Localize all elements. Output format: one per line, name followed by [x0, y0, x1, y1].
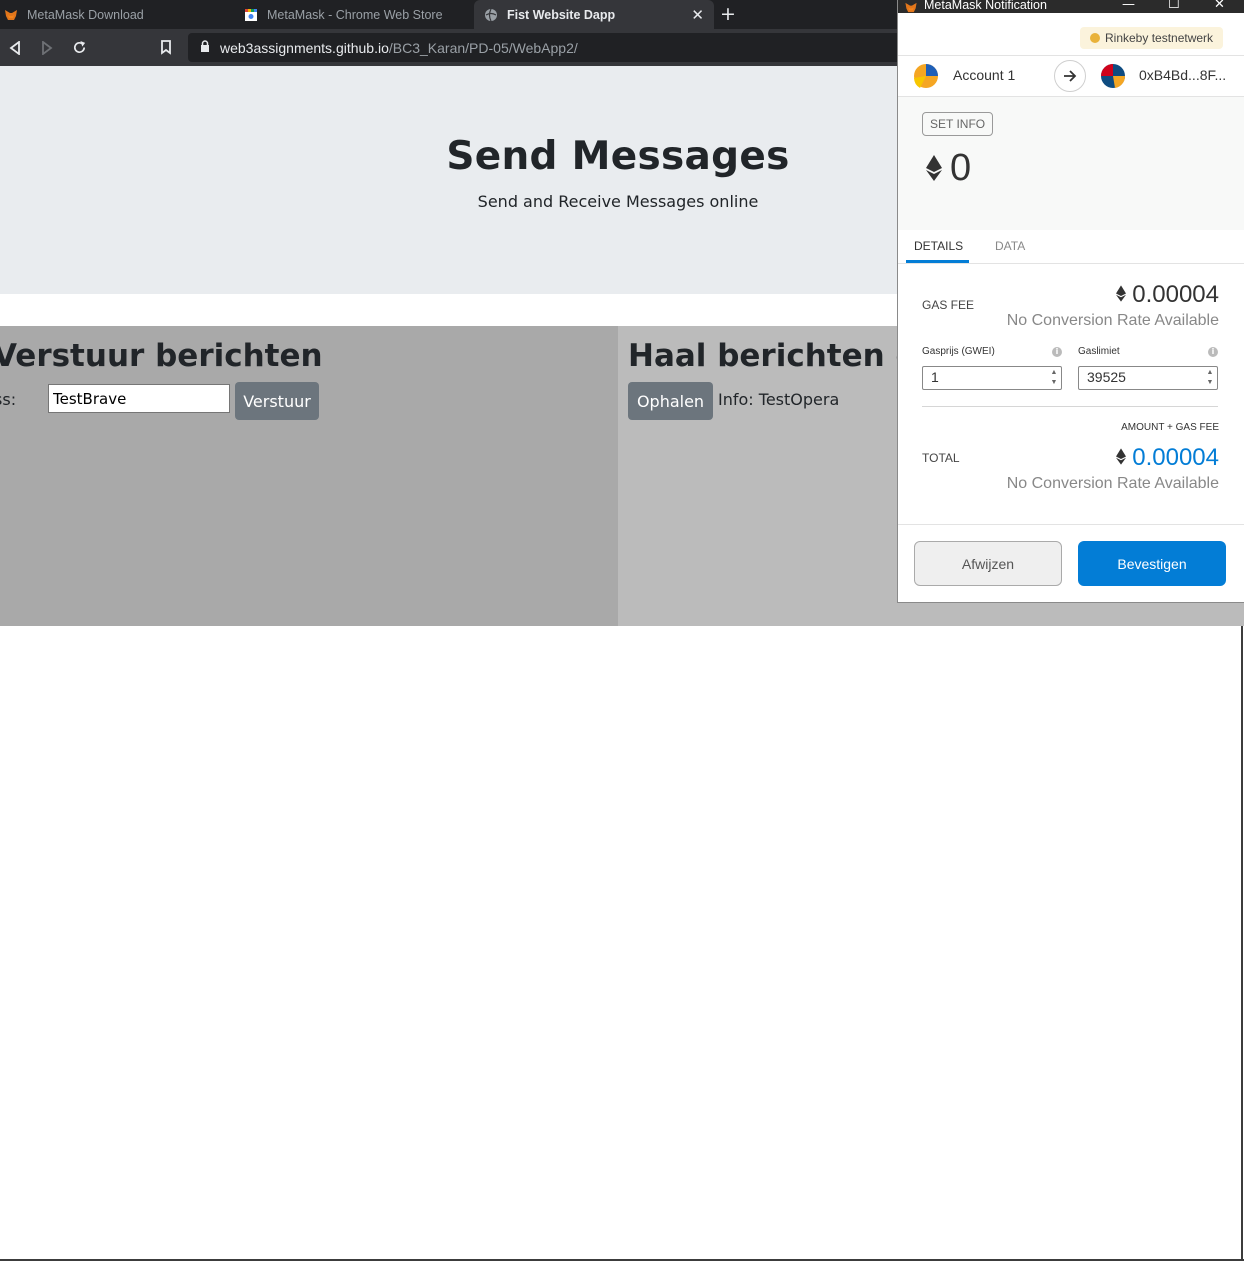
url-host: web3assignments.github.io: [220, 39, 389, 56]
tab-label: MetaMask Download: [27, 7, 144, 22]
transaction-summary: SET INFO 0: [898, 97, 1244, 230]
new-tab-icon[interactable]: +: [720, 3, 736, 25]
back-icon[interactable]: [2, 29, 28, 66]
ethereum-icon: [926, 155, 942, 185]
metamask-titlebar: MetaMask Notification — ☐ ✕: [898, 0, 1244, 13]
total-amount: 0.00004: [1132, 444, 1219, 471]
network-status-dot: [1090, 33, 1100, 43]
total-label: TOTAL: [922, 451, 960, 465]
stepper-icon[interactable]: ▲ ▼: [1048, 368, 1060, 388]
gas-fee-value: 0.00004: [1115, 281, 1219, 309]
sender-recipient-row: Account 1 0xB4Bd...8F...: [898, 55, 1244, 97]
verstuur-button[interactable]: Verstuur: [235, 382, 319, 420]
ophalen-button[interactable]: Ophalen: [628, 382, 713, 420]
metamask-fox-icon: [4, 8, 18, 22]
transaction-amount: 0: [950, 147, 972, 189]
metamask-window-title: MetaMask Notification: [924, 0, 1047, 12]
globe-icon: [484, 8, 498, 22]
address-label: Address:: [0, 390, 17, 409]
tab-data[interactable]: DATA: [995, 239, 1025, 253]
account-name: Account 1: [953, 67, 1016, 83]
maximize-icon[interactable]: ☐: [1168, 0, 1180, 12]
tab-fist-website-dapp[interactable]: Fist Website Dapp ✕: [474, 0, 714, 29]
tab-label: MetaMask - Chrome Web Store: [267, 7, 443, 22]
account-avatar-icon: [914, 64, 938, 92]
metamask-fox-icon: [904, 0, 918, 18]
recipient-avatar-icon: [1101, 64, 1126, 92]
info-icon[interactable]: i: [1052, 347, 1062, 357]
stepper-icon[interactable]: ▲ ▼: [1204, 368, 1216, 388]
tab-chrome-web-store[interactable]: MetaMask - Chrome Web Store: [244, 0, 472, 29]
gas-fee-amount: 0.00004: [1132, 281, 1219, 308]
address-input[interactable]: [48, 384, 230, 413]
minimize-icon[interactable]: —: [1122, 0, 1135, 12]
info-text: Info: TestOpera: [718, 390, 840, 409]
lock-icon: [200, 39, 210, 56]
metamask-notification-window: MetaMask Notification — ☐ ✕ Rinkeby test…: [897, 0, 1244, 603]
footer-divider: [898, 524, 1244, 525]
confirm-button[interactable]: Bevestigen: [1078, 541, 1226, 586]
reject-button[interactable]: Afwijzen: [914, 541, 1062, 586]
gas-limit-input[interactable]: 39525 ▲ ▼: [1078, 366, 1218, 390]
reload-icon[interactable]: [66, 29, 92, 66]
method-badge: SET INFO: [922, 112, 994, 136]
receive-heading: Haal berichten op: [628, 338, 939, 374]
tab-metamask-download[interactable]: MetaMask Download: [4, 0, 232, 29]
chrome-web-store-icon: [244, 8, 258, 22]
divider: [922, 406, 1218, 407]
details-tabs: DETAILS DATA: [898, 230, 1244, 264]
ethereum-icon: [1115, 448, 1126, 465]
tab-details[interactable]: DETAILS: [914, 239, 963, 253]
send-panel: Verstuur berichten Address: Verstuur: [0, 326, 618, 626]
tab-label: Fist Website Dapp: [507, 7, 616, 22]
gas-fee-label: GAS FEE: [922, 298, 975, 312]
gas-price-label: Gasprijs (GWEI): [922, 346, 995, 357]
gas-limit-value: 39525: [1087, 369, 1126, 385]
gas-price-value: 1: [931, 369, 939, 385]
network-badge[interactable]: Rinkeby testnetwerk: [1080, 27, 1224, 49]
url-path: /BC3_Karan/PD-05/WebApp2/: [388, 39, 578, 56]
amount-gas-fee-label: AMOUNT + GAS FEE: [1121, 422, 1219, 433]
recipient-address: 0xB4Bd...8F...: [1139, 67, 1227, 83]
info-icon[interactable]: i: [1208, 347, 1218, 357]
close-tab-icon[interactable]: ✕: [691, 6, 704, 24]
total-value: 0.00004: [1115, 444, 1219, 472]
arrow-right-icon: [1054, 60, 1086, 92]
total-conversion: No Conversion Rate Available: [1006, 475, 1219, 492]
forward-icon[interactable]: [34, 29, 60, 66]
window-edge: [1241, 626, 1243, 1261]
bookmark-icon[interactable]: [153, 29, 179, 66]
ethereum-icon: [1115, 285, 1126, 302]
network-name: Rinkeby testnetwerk: [1105, 31, 1214, 45]
send-heading: Verstuur berichten: [0, 338, 323, 374]
address-bar[interactable]: web3assignments.github.io/BC3_Karan/PD-0…: [188, 33, 908, 62]
gas-fee-conversion: No Conversion Rate Available: [1006, 312, 1219, 329]
active-tab-indicator: [906, 260, 969, 263]
close-window-icon[interactable]: ✕: [1214, 0, 1225, 12]
gas-limit-label: Gaslimiet: [1078, 346, 1120, 357]
gas-price-input[interactable]: 1 ▲ ▼: [922, 366, 1062, 390]
